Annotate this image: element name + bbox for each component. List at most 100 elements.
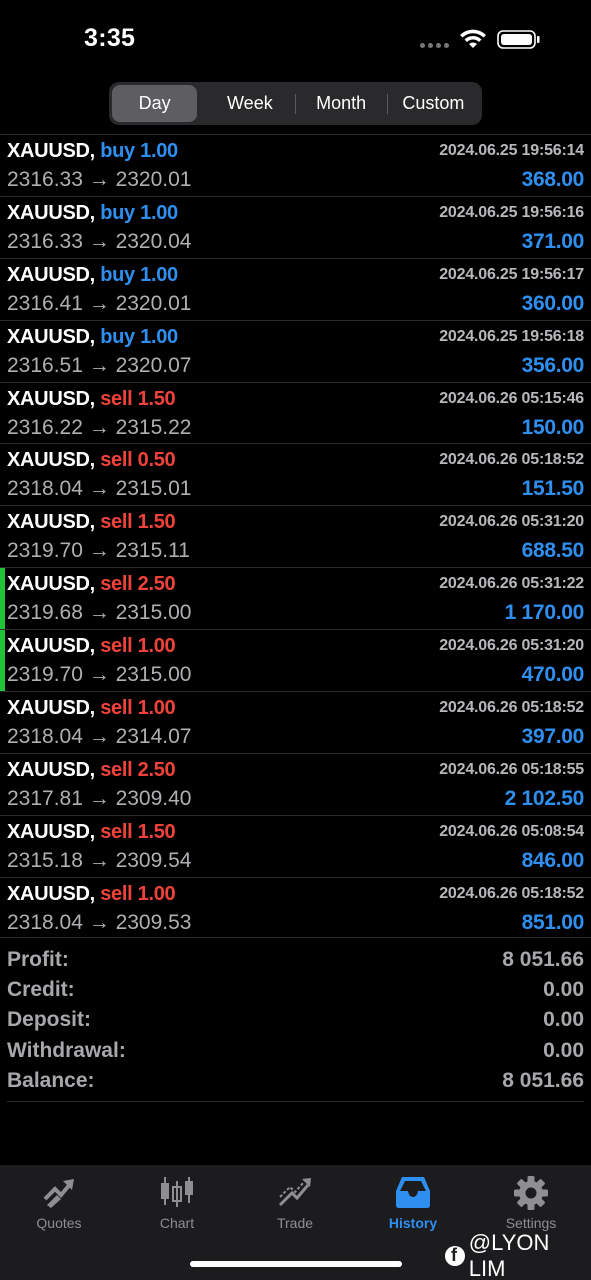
status-time: 3:35 [84, 24, 136, 52]
trade-row[interactable]: XAUUSD, buy 1.00 2024.06.25 19:56:17 2316.… [0, 257, 591, 320]
trade-profit: 360.00 [521, 291, 585, 315]
trade-title: XAUUSD, sell 2.50 [7, 573, 176, 596]
trade-symbol: XAUUSD, [7, 140, 95, 162]
trade-time: 2024.06.26 05:18:55 [439, 760, 584, 778]
trade-row[interactable]: XAUUSD, sell 1.00 2024.06.26 05:18:52 2318… [0, 876, 591, 939]
summary-value: 8 051.66 [502, 948, 584, 971]
trade-side: sell [100, 882, 133, 905]
trade-row[interactable]: XAUUSD, buy 1.00 2024.06.25 19:56:18 2316.… [0, 319, 591, 382]
trade-prices: 2316.41 → 2320.01 [7, 291, 192, 315]
trade-profit: 846.00 [521, 848, 585, 872]
trade-time: 2024.06.26 05:08:54 [439, 822, 584, 840]
trade-prices: 2318.04 → 2314.07 [7, 725, 192, 749]
trade-side: buy [100, 263, 135, 286]
trade-row[interactable]: XAUUSD, sell 1.00 2024.06.26 05:18:52 2318… [0, 691, 591, 753]
summary-row: Withdrawal: 0.00 [0, 1037, 591, 1067]
divider [7, 1101, 584, 1102]
trade-time: 2024.06.25 19:56:17 [439, 265, 584, 283]
trade-icon [278, 1178, 311, 1207]
facebook-icon [445, 1245, 465, 1266]
trade-time: 2024.06.26 05:18:52 [439, 451, 584, 469]
trade-title: XAUUSD, sell 1.00 [7, 882, 176, 906]
watermark-text: @LYON LIM [468, 1230, 550, 1280]
summary-value: 0.00 [543, 1038, 584, 1062]
trade-row[interactable]: XAUUSD, sell 1.50 2024.06.26 05:08:54 2315… [0, 814, 591, 877]
trade-prices: 2318.04 → 2309.53 [7, 910, 192, 934]
trade-side: sell [100, 635, 133, 658]
trade-prices: 2319.68 → 2315.00 [7, 601, 192, 625]
trade-row[interactable]: XAUUSD, sell 1.50 2024.06.26 05:15:46 2316… [0, 381, 591, 444]
settings-icon [514, 1176, 548, 1210]
tab-history[interactable]: History [354, 1165, 472, 1235]
summary-row: Profit: 8 051.66 [0, 946, 591, 976]
trade-volume: 1.00 [140, 263, 178, 286]
trade-profit: 470.00 [521, 663, 585, 687]
tab-label: Chart [159, 1215, 195, 1231]
trade-prices: 2316.33 → 2320.01 [7, 168, 192, 191]
cellular-signal-icon [420, 43, 449, 48]
trade-history-list: XAUUSD, buy 1.00 2024.06.25 19:56:14 2316.… [0, 134, 591, 939]
trade-row[interactable]: XAUUSD, sell 0.50 2024.06.26 05:18:52 2318… [0, 443, 591, 505]
trade-title: XAUUSD, buy 1.00 [7, 202, 178, 225]
wifi-icon [460, 29, 486, 48]
trade-profit: 371.00 [521, 229, 585, 253]
period-selector: Day Week Month Custom [109, 82, 482, 125]
tab-custom[interactable]: Custom [388, 85, 479, 122]
chart-icon [161, 1177, 193, 1207]
tab-day[interactable]: Day [112, 85, 198, 122]
tab-label: Trade [276, 1215, 314, 1231]
tab-trade[interactable]: Trade [236, 1165, 354, 1235]
summary-row: Credit: 0.00 [0, 976, 591, 1006]
summary-label: Withdrawal: [7, 1038, 126, 1062]
trade-row[interactable]: XAUUSD, sell 2.50 2024.06.26 05:31:22 2319… [0, 567, 591, 630]
trade-prices: 2316.22 → 2315.22 [7, 415, 192, 439]
summary-value: 8 051.66 [502, 1068, 584, 1092]
quotes-icon [43, 1179, 74, 1208]
summary-label: Deposit: [7, 1008, 91, 1032]
trade-row[interactable]: XAUUSD, sell 2.50 2024.06.26 05:18:55 2317… [0, 752, 591, 815]
trade-prices: 2315.18 → 2309.54 [7, 848, 192, 872]
trade-side: buy [100, 201, 135, 224]
trade-prices: 2317.81 → 2309.40 [7, 786, 192, 810]
home-indicator[interactable] [190, 1261, 402, 1267]
trade-symbol: XAUUSD, [7, 325, 95, 348]
trade-side: sell [100, 449, 133, 472]
trade-title: XAUUSD, sell 1.50 [7, 511, 176, 534]
trade-title: XAUUSD, buy 1.00 [7, 140, 178, 163]
trade-profit: 150.00 [521, 415, 585, 439]
trade-side: buy [100, 325, 135, 348]
tab-settings[interactable]: Settings [472, 1165, 590, 1235]
tab-week[interactable]: Week [205, 85, 294, 122]
trade-symbol: XAUUSD, [7, 573, 95, 596]
trade-volume: 1.50 [137, 820, 176, 843]
tab-label: History [388, 1215, 438, 1231]
trade-volume: 2.50 [137, 573, 176, 596]
tab-chart[interactable]: Chart [118, 1165, 236, 1235]
trade-time: 2024.06.25 19:56:18 [439, 327, 584, 345]
tab-month[interactable]: Month [295, 85, 386, 122]
trade-prices: 2318.04 → 2315.01 [7, 477, 192, 501]
trade-row[interactable]: XAUUSD, sell 1.50 2024.06.26 05:31:20 2319… [0, 505, 591, 567]
trade-volume: 1.00 [140, 325, 178, 348]
trade-volume: 1.50 [137, 511, 176, 534]
trade-row[interactable]: XAUUSD, buy 1.00 2024.06.25 19:56:14 2316.… [0, 134, 591, 196]
trade-title: XAUUSD, sell 1.50 [7, 820, 176, 844]
trade-time: 2024.06.26 05:15:46 [439, 389, 584, 407]
trade-prices: 2316.33 → 2320.04 [7, 229, 192, 253]
summary-value: 0.00 [543, 1008, 584, 1032]
trade-volume: 0.50 [137, 449, 176, 472]
trade-title: XAUUSD, sell 1.00 [7, 635, 176, 658]
trade-time: 2024.06.26 05:31:22 [439, 575, 584, 593]
trade-row[interactable]: XAUUSD, buy 1.00 2024.06.25 19:56:16 2316.… [0, 195, 591, 258]
tab-quotes[interactable]: Quotes [0, 1165, 118, 1235]
trade-prices: 2319.70 → 2315.00 [7, 663, 192, 687]
trade-title: XAUUSD, sell 1.50 [7, 388, 176, 411]
trade-volume: 1.00 [137, 882, 176, 905]
position-marker [0, 630, 5, 692]
trade-volume: 2.50 [137, 758, 176, 781]
trade-row[interactable]: XAUUSD, sell 1.00 2024.06.26 05:31:20 2319… [0, 629, 591, 692]
summary-row: Balance: 8 051.66 [0, 1067, 591, 1097]
trade-time: 2024.06.25 19:56:16 [439, 203, 584, 221]
trade-title: XAUUSD, sell 0.50 [7, 449, 176, 472]
trade-title: XAUUSD, buy 1.00 [7, 326, 178, 349]
